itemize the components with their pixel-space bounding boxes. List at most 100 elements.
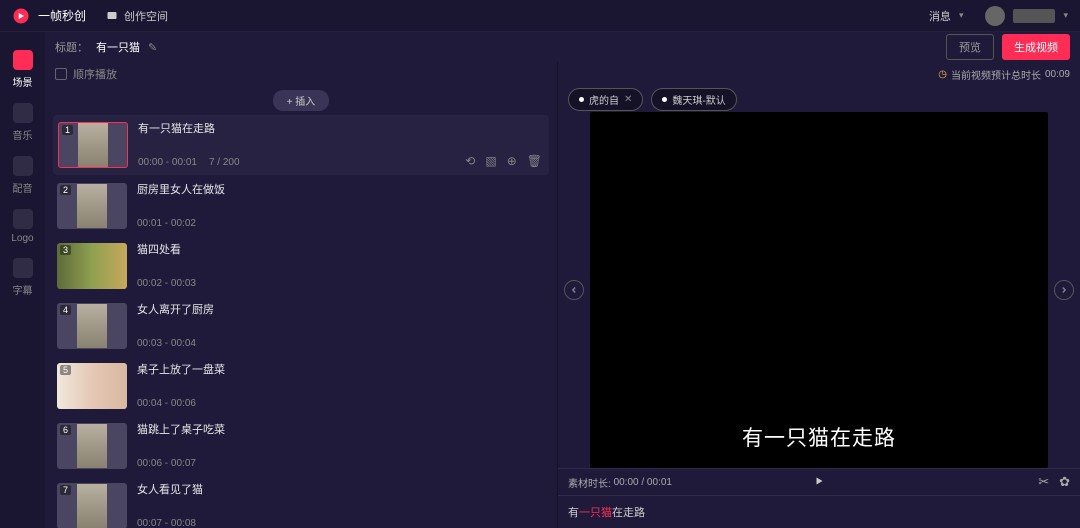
tag-row: 虎的自 ✕ 魏天琪-默认 <box>558 86 1080 112</box>
scene-number: 3 <box>60 245 71 255</box>
scene-thumbnail[interactable]: 5 <box>57 363 127 409</box>
nav-item-音乐[interactable]: 音乐 <box>13 103 33 142</box>
scene-item[interactable]: 1 有一只猫在走路 00:00 - 00:01 7 / 200 ⟲ ▧ ⊕ 🗑 <box>53 115 549 175</box>
player-controls: 素材时长: 00:00 / 00:01 ✂ ✿ <box>558 468 1080 496</box>
scene-time: 00:00 - 00:01 <box>138 157 197 168</box>
title-row: 标题： 有一只猫 ✎ 预览 生成视频 <box>45 32 1080 62</box>
user-avatar[interactable] <box>985 6 1005 26</box>
delete-icon[interactable]: 🗑 <box>527 154 542 168</box>
app-logo <box>12 7 30 25</box>
order-play-label: 顺序播放 <box>73 66 117 82</box>
script-pre: 有 <box>568 507 579 519</box>
top-bar: 一帧秒创 创作空间 消息 ▾ ▾ <box>0 0 1080 32</box>
username-placeholder <box>1013 9 1055 23</box>
scene-time: 00:02 - 00:03 <box>137 278 196 289</box>
chevron-down-icon[interactable]: ▾ <box>1063 10 1068 21</box>
prev-scene-button[interactable] <box>564 280 584 300</box>
scene-time: 00:04 - 00:06 <box>137 398 196 409</box>
play-button[interactable] <box>813 475 825 490</box>
scene-number: 7 <box>60 485 71 495</box>
scene-number: 5 <box>60 365 71 375</box>
scene-column: 顺序播放 + 插入 1 有一只猫在走路 00:00 - 00:01 7 / 200 ⟲ ▧… <box>45 62 558 528</box>
add-icon[interactable]: ⊕ <box>507 154 517 168</box>
nav-label: Logo <box>11 233 33 244</box>
workspace-label: 创作空间 <box>124 8 168 24</box>
script-text[interactable]: 有一只猫在走路 <box>558 496 1080 528</box>
scene-number: 6 <box>60 425 71 435</box>
nav-item-场景[interactable]: 场景 <box>13 50 33 89</box>
scene-item[interactable]: 6 猫跳上了桌子吃菜 00:06 - 00:07 <box>53 417 549 475</box>
nav-label: 音乐 <box>13 127 33 142</box>
script-highlight: 一只猫 <box>579 507 612 519</box>
timecode-value: 00:00 / 00:01 <box>614 477 672 488</box>
tag-label: 虎的自 <box>589 92 619 107</box>
nav-item-字幕[interactable]: 字幕 <box>13 258 33 297</box>
script-post: 在走路 <box>612 507 645 519</box>
scene-time: 00:03 - 00:04 <box>137 338 196 349</box>
messages-link[interactable]: 消息 <box>929 8 951 24</box>
order-play-checkbox[interactable] <box>55 68 67 80</box>
scene-number: 4 <box>60 305 71 315</box>
brand-name: 一帧秒创 <box>38 7 86 24</box>
left-nav: 场景音乐配音 Logo 字幕 <box>0 32 45 528</box>
scene-number: 1 <box>62 125 73 135</box>
nav-label: 配音 <box>13 180 33 195</box>
nav-icon <box>13 103 33 123</box>
image-icon[interactable]: ▧ <box>485 154 496 168</box>
scene-item[interactable]: 7 女人看见了猫 00:07 - 00:08 <box>53 477 549 528</box>
tag-dot-icon <box>662 97 667 102</box>
settings-icon[interactable]: ✿ <box>1059 474 1070 490</box>
scene-thumbnail[interactable]: 1 <box>58 122 128 168</box>
tag-label: 魏天琪-默认 <box>672 92 725 107</box>
scene-item[interactable]: 3 猫四处看 00:02 - 00:03 <box>53 237 549 295</box>
video-preview[interactable]: 有一只猫在走路 <box>590 112 1048 468</box>
close-icon[interactable]: ✕ <box>624 94 632 105</box>
scene-item[interactable]: 4 女人离开了厨房 00:03 - 00:04 <box>53 297 549 355</box>
scene-list: 1 有一只猫在走路 00:00 - 00:01 7 / 200 ⟲ ▧ ⊕ 🗑 2 厨房里女人在做… <box>45 115 557 528</box>
nav-item-logo[interactable]: Logo <box>11 209 33 244</box>
scene-thumbnail[interactable]: 7 <box>57 483 127 528</box>
scene-thumbnail[interactable]: 6 <box>57 423 127 469</box>
scene-title: 厨房里女人在做饭 <box>137 183 545 197</box>
scene-thumbnail[interactable]: 4 <box>57 303 127 349</box>
scene-title: 猫四处看 <box>137 243 545 257</box>
nav-label: 字幕 <box>13 282 33 297</box>
timecode-label: 素材时长: <box>568 475 611 490</box>
scene-title: 女人离开了厨房 <box>137 303 545 317</box>
preview-button[interactable]: 预览 <box>946 34 994 60</box>
cut-icon[interactable]: ✂ <box>1038 474 1049 490</box>
scene-item[interactable]: 5 桌子上放了一盘菜 00:04 - 00:06 <box>53 357 549 415</box>
info-icon: ◷ <box>938 69 947 80</box>
scene-time: 00:01 - 00:02 <box>137 218 196 229</box>
nav-icon <box>13 209 33 229</box>
scene-title: 有一只猫在走路 <box>138 122 544 136</box>
scene-time: 00:07 - 00:08 <box>137 518 196 528</box>
duration-value: 00:09 <box>1045 69 1070 80</box>
scene-title: 猫跳上了桌子吃菜 <box>137 423 545 437</box>
scene-number: 2 <box>60 185 71 195</box>
insert-button[interactable]: + 插入 <box>273 90 330 111</box>
generate-button[interactable]: 生成视频 <box>1002 34 1070 60</box>
title-label: 标题： <box>55 39 88 55</box>
duration-label: 当前视频预计总时长 <box>951 67 1041 82</box>
audio-tag[interactable]: 虎的自 ✕ <box>568 88 643 111</box>
preview-column: ◷ 当前视频预计总时长 00:09 虎的自 ✕ 魏天琪-默认 有一只猫在走路 <box>558 62 1080 528</box>
audio-tag[interactable]: 魏天琪-默认 <box>651 88 736 111</box>
next-scene-button[interactable] <box>1054 280 1074 300</box>
nav-icon <box>13 50 33 70</box>
scene-title: 桌子上放了一盘菜 <box>137 363 545 377</box>
refresh-icon[interactable]: ⟲ <box>465 154 475 168</box>
tag-dot-icon <box>579 97 584 102</box>
nav-label: 场景 <box>13 74 33 89</box>
scene-time: 00:06 - 00:07 <box>137 458 196 469</box>
scene-thumbnail[interactable]: 3 <box>57 243 127 289</box>
project-title: 有一只猫 <box>96 39 140 55</box>
scene-item[interactable]: 2 厨房里女人在做饭 00:01 - 00:02 <box>53 177 549 235</box>
workspace-tab[interactable]: 创作空间 <box>106 8 168 24</box>
nav-icon <box>13 258 33 278</box>
scene-count: 7 / 200 <box>209 157 240 168</box>
scene-thumbnail[interactable]: 2 <box>57 183 127 229</box>
edit-icon[interactable]: ✎ <box>148 41 157 54</box>
scene-title: 女人看见了猫 <box>137 483 545 497</box>
nav-item-配音[interactable]: 配音 <box>13 156 33 195</box>
